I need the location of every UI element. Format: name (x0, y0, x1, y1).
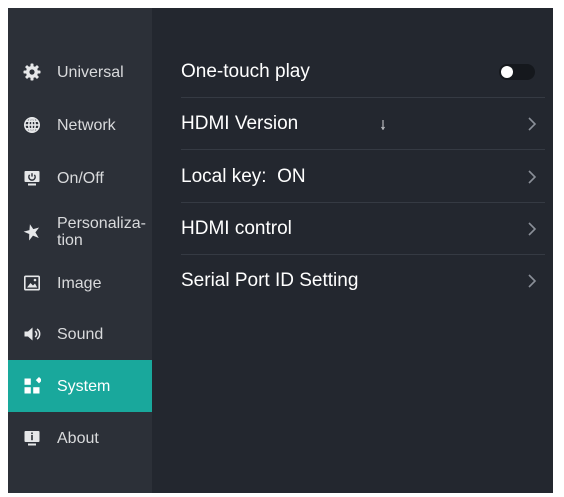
sidebar-item-sound[interactable]: Sound (8, 308, 152, 360)
chevron-right-icon (528, 221, 537, 236)
setting-row-hdmi-control[interactable]: HDMI control (181, 203, 545, 255)
sidebar-item-label: Universal (57, 63, 124, 81)
chevron-right-icon (528, 169, 537, 184)
sidebar-item-label: System (57, 377, 111, 395)
setting-row-hdmi-version[interactable]: HDMI Version (181, 98, 545, 150)
chevron-right-icon (528, 116, 537, 131)
sidebar-item-on-off[interactable]: On/Off (8, 152, 152, 204)
settings-screen: Universal Network On/Off Personaliza- ti… (8, 8, 553, 493)
gear-icon (23, 63, 41, 81)
setting-row-local-key[interactable]: Local key: ON (181, 151, 545, 203)
sidebar-item-about[interactable]: About (8, 412, 152, 464)
toggle-knob (501, 65, 513, 78)
sidebar-item-label: Image (57, 274, 102, 292)
info-icon (23, 429, 41, 447)
setting-row-one-touch-play[interactable]: One-touch play (181, 46, 545, 98)
sidebar-item-network[interactable]: Network (8, 99, 152, 151)
sidebar-item-label: On/Off (57, 169, 104, 187)
setting-row-serial-port-id[interactable]: Serial Port ID Setting (181, 255, 545, 307)
setting-label: HDMI Version (181, 112, 299, 134)
sidebar-item-universal[interactable]: Universal (8, 46, 152, 98)
one-touch-play-toggle[interactable] (499, 63, 535, 80)
power-monitor-icon (23, 169, 41, 187)
star-icon (23, 223, 41, 241)
sidebar-item-label: Personaliza- tion (57, 215, 146, 249)
grid-icon (23, 377, 41, 395)
chevron-right-icon (528, 274, 537, 288)
sidebar-item-label: Sound (57, 325, 104, 343)
speaker-icon (23, 325, 41, 343)
sidebar-item-label: Network (57, 116, 116, 134)
text-cursor-icon (381, 120, 385, 130)
sidebar-item-label: About (57, 429, 99, 447)
sidebar: Universal Network On/Off Personaliza- ti… (8, 8, 152, 493)
setting-label: HDMI control (181, 217, 292, 239)
setting-label: Serial Port ID Setting (181, 270, 359, 291)
setting-label: One-touch play (181, 60, 310, 82)
settings-panel: One-touch play HDMI Version Local key: O… (152, 8, 553, 493)
globe-icon (23, 116, 41, 134)
setting-label: Local key: ON (181, 165, 306, 187)
picture-icon (23, 274, 41, 292)
sidebar-item-personalization[interactable]: Personaliza- tion (8, 206, 152, 258)
sidebar-item-system[interactable]: System (8, 360, 152, 412)
sidebar-item-image[interactable]: Image (8, 257, 152, 309)
